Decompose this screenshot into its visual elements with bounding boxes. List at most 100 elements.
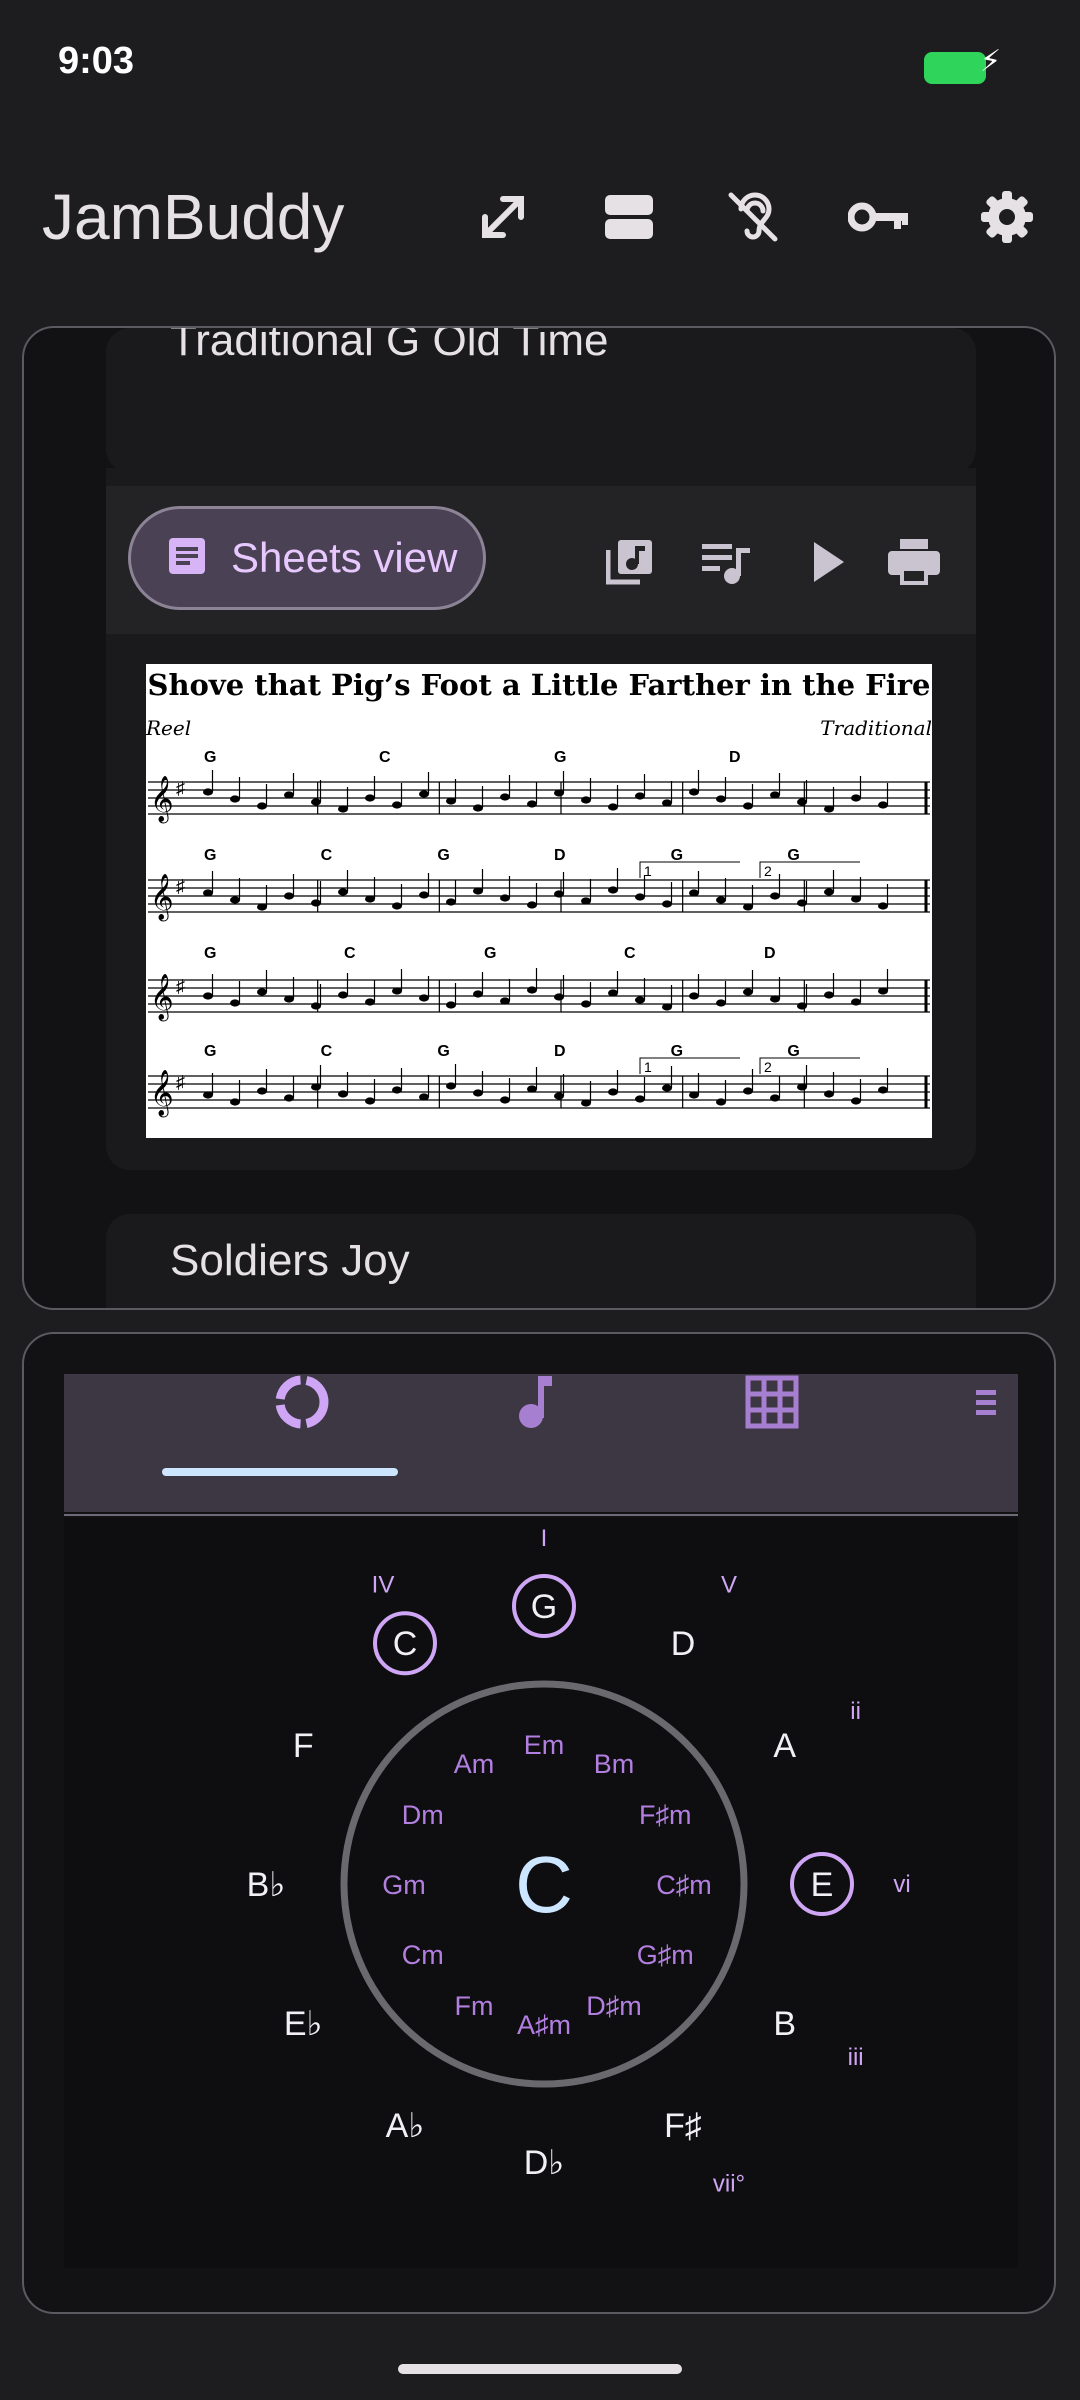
volta-bracket: [639, 861, 740, 878]
volta-number: 1: [644, 863, 652, 879]
list-icon[interactable]: [970, 1372, 1010, 1432]
note-head: [716, 1098, 726, 1106]
chord-label: G: [204, 945, 216, 962]
library-music-icon[interactable]: [602, 534, 658, 590]
inner-key[interactable]: Am: [454, 1749, 495, 1779]
note-head: [608, 1088, 618, 1096]
inner-key[interactable]: Cm: [402, 1940, 444, 1970]
grid-icon[interactable]: [732, 1372, 812, 1432]
settings-icon[interactable]: [976, 186, 1038, 248]
chord-label: G: [437, 1043, 449, 1060]
note-head: [284, 1094, 294, 1102]
note-head: [230, 896, 240, 904]
degree-numeral: I: [541, 1525, 548, 1552]
playlist-music-icon[interactable]: [698, 534, 754, 590]
inner-key[interactable]: F♯m: [639, 1800, 691, 1830]
note-head: [554, 993, 564, 1001]
expand-icon[interactable]: [472, 186, 534, 248]
outer-key[interactable]: D: [671, 1625, 696, 1663]
tune-card-title: Soldiers Joy: [170, 1236, 410, 1285]
hearing-off-icon[interactable]: [722, 186, 784, 248]
note-head: [851, 1097, 861, 1105]
note-head: [527, 901, 537, 909]
chord-label: D: [554, 847, 566, 864]
inner-key[interactable]: G♯m: [637, 1940, 694, 1970]
note-head: [797, 798, 807, 806]
note-head: [662, 799, 672, 807]
outer-key[interactable]: B♭: [247, 1866, 286, 1904]
outer-key[interactable]: E♭: [284, 2005, 323, 2043]
outer-key[interactable]: B: [773, 2005, 796, 2043]
outer-key[interactable]: E: [811, 1866, 834, 1904]
note-head: [230, 999, 240, 1007]
tune-card-next[interactable]: Soldiers Joy: [106, 1214, 976, 1308]
note-head: [446, 1001, 456, 1009]
print-icon[interactable]: [886, 534, 942, 590]
circle-of-fifths-icon[interactable]: [262, 1372, 342, 1432]
note-head: [365, 998, 375, 1006]
inner-key[interactable]: D♯m: [586, 1991, 642, 2021]
note-head: [338, 888, 348, 896]
inner-key[interactable]: Dm: [402, 1800, 444, 1830]
outer-key[interactable]: G: [531, 1588, 557, 1626]
note-head: [473, 990, 483, 998]
chord-label: D: [764, 945, 776, 962]
note-head: [257, 802, 267, 810]
note-head: [500, 997, 510, 1005]
inner-key[interactable]: Em: [524, 1730, 565, 1760]
outer-key[interactable]: C: [393, 1625, 418, 1663]
note-head: [338, 805, 348, 813]
inner-key[interactable]: C♯m: [656, 1870, 712, 1900]
degree-numeral: vi: [893, 1871, 910, 1898]
note-head: [824, 991, 834, 999]
degree-numeral: ii: [850, 1698, 861, 1725]
home-indicator[interactable]: [398, 2364, 682, 2374]
play-icon[interactable]: [800, 534, 856, 590]
note-head: [716, 896, 726, 904]
key-icon[interactable]: [848, 186, 910, 248]
tune-card-title: Traditional G Old Time: [170, 326, 609, 365]
note-head: [392, 1086, 402, 1094]
sheets-view-button[interactable]: Sheets view: [128, 506, 486, 610]
note-head: [743, 1087, 753, 1095]
inner-key[interactable]: A♯m: [517, 2010, 571, 2040]
outer-key[interactable]: F: [293, 1727, 314, 1765]
chord-label: G: [204, 847, 216, 864]
note-head: [338, 1090, 348, 1098]
note-head: [311, 899, 321, 907]
split-view-icon[interactable]: [598, 186, 660, 248]
chord-label: G: [671, 1043, 683, 1060]
chord-label: C: [624, 945, 636, 962]
inner-key[interactable]: Gm: [382, 1870, 426, 1900]
note-head: [500, 1096, 510, 1104]
note-head: [878, 801, 888, 809]
note-head: [203, 1091, 213, 1099]
note-head: [203, 889, 213, 897]
note-head: [797, 1083, 807, 1091]
key-signature: ♯: [176, 778, 185, 798]
outer-key[interactable]: D♭: [524, 2144, 565, 2182]
note-head: [608, 989, 618, 997]
chord-label: G: [484, 945, 496, 962]
note-icon[interactable]: [496, 1372, 576, 1432]
note-head: [446, 898, 456, 906]
note-head: [581, 796, 591, 804]
chord-label: C: [321, 1043, 333, 1060]
outer-key[interactable]: A: [773, 1727, 796, 1765]
outer-key[interactable]: A♭: [386, 2107, 425, 2145]
treble-clef: 𝄞: [150, 776, 174, 824]
inner-key[interactable]: Bm: [594, 1749, 635, 1779]
note-head: [608, 886, 618, 894]
tune-card-previous[interactable]: Traditional G Old Time: [106, 328, 976, 473]
note-head: [473, 804, 483, 812]
note-head: [257, 903, 267, 911]
note-head: [284, 892, 294, 900]
note-head: [824, 888, 834, 896]
circle-of-fifths[interactable]: C G I DV Aii E vi Biii F♯ vii° D♭ A♭ E♭ B♭ F C IV Em BmF♯m…: [64, 1518, 1018, 2268]
outer-key[interactable]: F♯: [664, 2107, 702, 2145]
inner-key[interactable]: Fm: [455, 1991, 494, 2021]
note-head: [230, 795, 240, 803]
chord-label: G: [671, 847, 683, 864]
volta-number: 2: [764, 863, 772, 879]
note-head: [635, 996, 645, 1004]
